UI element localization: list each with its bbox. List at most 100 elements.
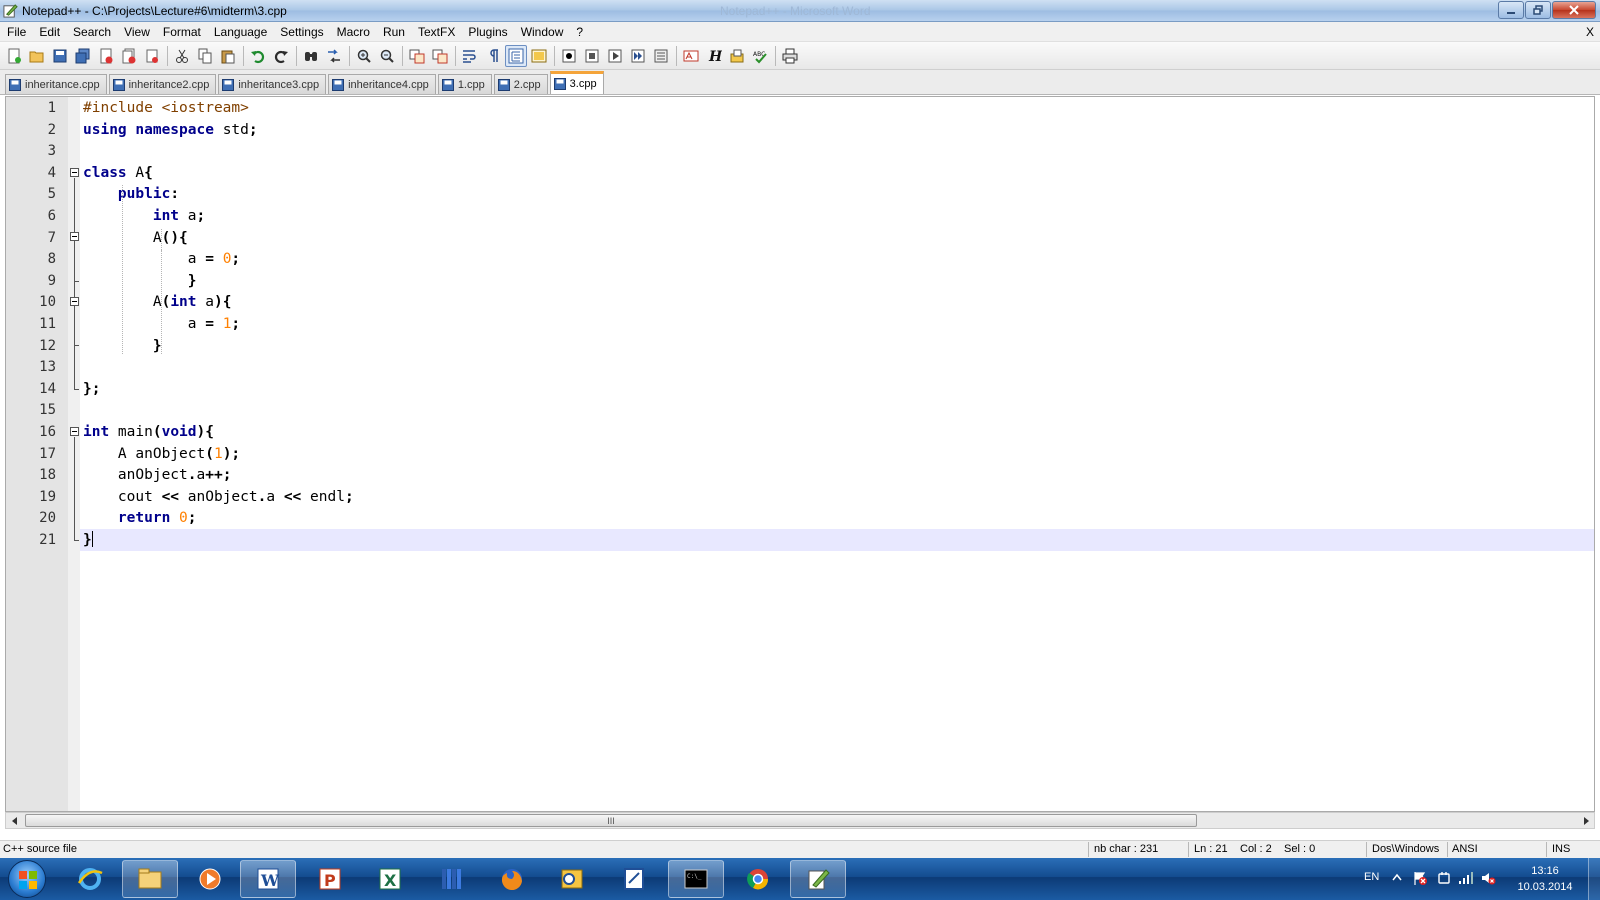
taskbar-chrome[interactable] [730, 860, 786, 898]
code-line[interactable]: 12 } [39, 335, 1594, 357]
menu-settings[interactable]: Settings [273, 25, 329, 39]
action-center-flag-icon[interactable] [1412, 870, 1428, 886]
replace-button[interactable] [323, 45, 345, 67]
close-button[interactable] [95, 45, 117, 67]
redo-button[interactable] [270, 45, 292, 67]
fold-toggle-icon[interactable] [70, 426, 79, 436]
code-line[interactable]: 7 A(){ [48, 227, 1594, 249]
print-button[interactable] [141, 45, 163, 67]
stop-macro-button[interactable] [581, 45, 603, 67]
code-line[interactable]: 1 #include <iostream> [48, 97, 1594, 119]
restore-button[interactable] [1525, 1, 1551, 19]
document-map-button[interactable] [528, 45, 550, 67]
code-line[interactable]: 11 a = 1; [39, 313, 1594, 335]
fold-toggle-icon[interactable] [70, 232, 79, 242]
code-line[interactable]: 20 return 0; [39, 507, 1594, 529]
code-line[interactable]: 8 a = 0; [48, 248, 1594, 270]
find-button[interactable] [300, 45, 322, 67]
close-window-button[interactable] [1552, 1, 1596, 19]
taskbar-paint[interactable] [606, 860, 662, 898]
save-all-button[interactable] [72, 45, 94, 67]
tab-1-cpp[interactable]: 1.cpp [437, 74, 492, 94]
abc-spell-button[interactable]: ABC [749, 45, 771, 67]
menu-help[interactable]: ? [569, 25, 589, 39]
taskbar-outlook[interactable] [544, 860, 600, 898]
horizontal-scrollbar[interactable]: III [5, 812, 1595, 829]
tab-inheritance2-cpp[interactable]: inheritance2.cpp [108, 74, 217, 94]
code-line[interactable]: 17 A anObject(1); [39, 443, 1594, 465]
show-all-chars-button[interactable] [482, 45, 504, 67]
taskbar-excel[interactable]: X [362, 860, 418, 898]
menu-edit[interactable]: Edit [32, 25, 66, 39]
code-line[interactable]: 14}; [39, 378, 1594, 400]
open-file-button[interactable] [26, 45, 48, 67]
menu-plugins[interactable]: Plugins [461, 25, 513, 39]
code-line[interactable]: 6 int a; [48, 205, 1594, 227]
code-line[interactable]: 16 int main(void){ [39, 421, 1594, 443]
sync-horizontal-button[interactable] [429, 45, 451, 67]
tab-2-cpp[interactable]: 2.cpp [493, 74, 548, 94]
word-wrap-button[interactable] [459, 45, 481, 67]
language-indicator[interactable]: EN [1364, 871, 1379, 883]
fold-toggle-icon[interactable] [70, 167, 79, 177]
show-hidden-icons-icon[interactable] [1392, 873, 1402, 881]
tab-inheritance3-cpp[interactable]: inheritance3.cpp [218, 74, 327, 94]
menu-format[interactable]: Format [156, 25, 207, 39]
record-macro-button[interactable] [558, 45, 580, 67]
code-line[interactable]: 21} [39, 529, 1594, 551]
code-line[interactable]: 5 public: [48, 183, 1594, 205]
title-bar[interactable]: Notepad++ - C:\Projects\Lecture#6\midter… [0, 0, 1600, 22]
scroll-right-button[interactable] [1577, 813, 1594, 828]
code-line[interactable]: 4 class A{ [48, 162, 1594, 184]
power-icon[interactable] [1436, 870, 1452, 886]
sync-vertical-button[interactable] [406, 45, 428, 67]
menu-textfx[interactable]: TextFX [411, 25, 461, 39]
menu-search[interactable]: Search [66, 25, 117, 39]
close-all-button[interactable] [118, 45, 140, 67]
copy-button[interactable] [194, 45, 216, 67]
tab-3-cpp[interactable]: 3.cpp [549, 71, 604, 94]
network-signal-icon[interactable] [1458, 870, 1474, 886]
html-tidy-button[interactable]: H [703, 45, 725, 67]
code-line[interactable]: 19 cout << anObject.a << endl; [39, 486, 1594, 508]
taskbar-ie[interactable] [62, 860, 118, 898]
menu-file[interactable]: File [0, 25, 32, 39]
volume-muted-icon[interactable] [1480, 870, 1496, 886]
code-line[interactable]: 18 anObject.a++; [39, 464, 1594, 486]
fold-toggle-icon[interactable] [70, 297, 79, 307]
taskbar-firefox[interactable] [484, 860, 540, 898]
code-line[interactable]: 15 [39, 399, 1594, 421]
code-area[interactable]: 1 #include <iostream> 2 using namespace std… [39, 97, 1594, 811]
start-button[interactable] [8, 860, 46, 898]
plugin-manager-button[interactable] [726, 45, 748, 67]
spell-check-button[interactable] [680, 45, 702, 67]
code-editor[interactable]: 1 #include <iostream> 2 using namespace std… [5, 96, 1595, 812]
tab-inheritance4-cpp[interactable]: inheritance4.cpp [328, 74, 436, 94]
taskbar-word[interactable]: W [240, 860, 296, 898]
menu-run[interactable]: Run [376, 25, 411, 39]
new-file-button[interactable] [3, 45, 25, 67]
run-macro-multiple-button[interactable] [627, 45, 649, 67]
paste-button[interactable] [217, 45, 239, 67]
code-line[interactable]: 13 [39, 356, 1594, 378]
clock[interactable]: 13:16 10.03.2014 [1510, 863, 1580, 895]
taskbar-powerpoint[interactable]: P [302, 860, 358, 898]
scroll-left-button[interactable] [6, 813, 23, 828]
menu-view[interactable]: View [117, 25, 156, 39]
close-document-button[interactable]: X [1586, 25, 1594, 39]
minimize-button[interactable] [1498, 1, 1524, 19]
taskbar-notepadpp[interactable] [790, 860, 846, 898]
taskbar-cmd[interactable]: C:\_ [668, 860, 724, 898]
save-button[interactable] [49, 45, 71, 67]
undo-button[interactable] [247, 45, 269, 67]
code-line[interactable]: 10 A(int a){ [39, 291, 1594, 313]
menu-macro[interactable]: Macro [330, 25, 376, 39]
code-line[interactable]: 9 } [48, 270, 1594, 292]
menu-language[interactable]: Language [207, 25, 273, 39]
show-desktop-button[interactable] [1588, 858, 1600, 900]
indent-guide-button[interactable] [505, 44, 527, 67]
play-macro-button[interactable] [604, 45, 626, 67]
zoom-in-button[interactable] [353, 45, 375, 67]
code-line[interactable]: 3 [48, 140, 1594, 162]
zoom-out-button[interactable] [376, 45, 398, 67]
